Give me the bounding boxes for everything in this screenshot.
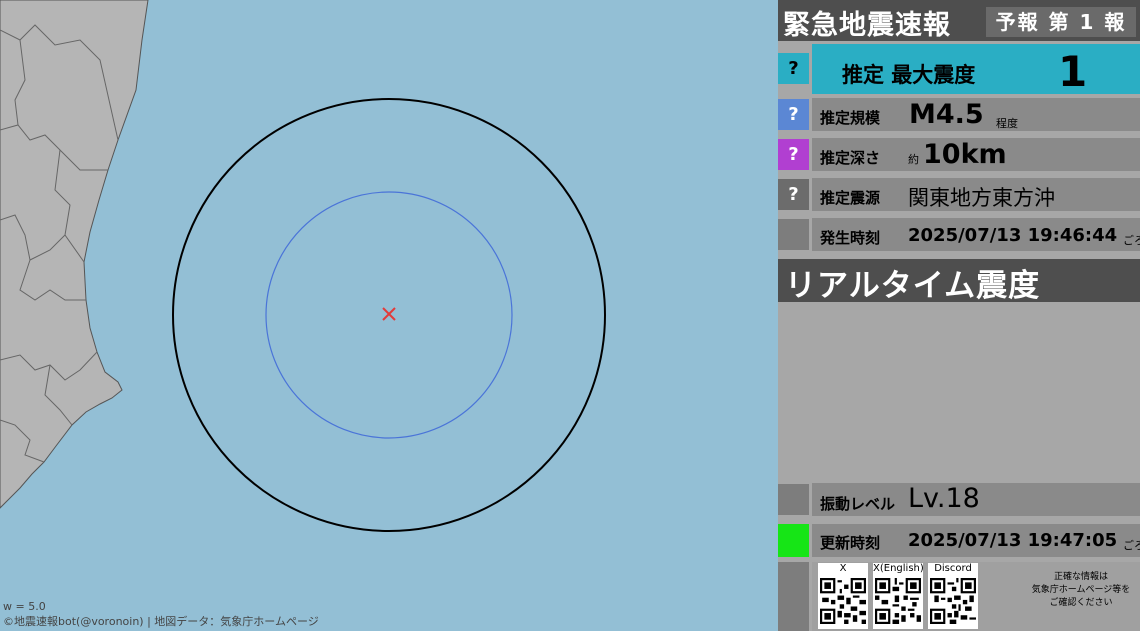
qr-code-discord[interactable]: Discord <box>928 563 978 629</box>
update-time-label: 更新時刻 <box>820 534 881 552</box>
qr-code-x-english-icon <box>875 578 921 624</box>
magnitude-row: ? 推定規模 M4.5 程度 <box>778 98 1140 132</box>
depth-value: 10km <box>923 139 1007 170</box>
max-intensity-value: 1 <box>1058 47 1088 96</box>
qr-row-badge <box>778 562 809 631</box>
accuracy-note-line1: 正確な情報は <box>1053 572 1108 582</box>
shake-level-row: 振動レベル Lv.18 <box>778 483 1140 517</box>
intensity-accuracy-badge: ? <box>778 53 809 84</box>
depth-label: 推定深さ <box>820 149 881 167</box>
map-credit: ©地震速報bot(@voronoin) | 地図データ：気象庁ホームページ <box>3 615 319 628</box>
accuracy-note-line2: 気象庁ホームページ等を <box>1031 585 1131 595</box>
origin-time-row: 発生時刻 2025/07/13 19:46:44 ごろ <box>778 218 1140 252</box>
qr-code-x-icon <box>820 578 866 624</box>
update-time-value: 2025/07/13 19:47:05 <box>908 530 1118 551</box>
qr-code-row: X X(English) Discord 正確な情報は 気象庁ホームページ等を … <box>778 562 1140 631</box>
magnitude-value: M4.5 <box>909 99 984 130</box>
origin-time-value: 2025/07/13 19:46:44 <box>908 225 1118 246</box>
magnitude-label: 推定規模 <box>820 109 881 127</box>
max-intensity-label: 推定 最大震度 <box>842 63 976 87</box>
epicenter-label: 推定震源 <box>820 189 881 207</box>
qr-code-x-english[interactable]: X(English) <box>873 563 924 629</box>
eew-header: 緊急地震速報 予報 第 1 報 <box>778 0 1140 41</box>
update-time-row: 更新時刻 2025/07/13 19:47:05 ごろ <box>778 521 1140 559</box>
shake-level-value: Lv.18 <box>908 483 980 514</box>
depth-accuracy-badge: ? <box>778 139 809 170</box>
update-time-suffix: ごろ <box>1123 539 1140 552</box>
realtime-intensity-header: リアルタイム震度 <box>778 259 1140 304</box>
magnitude-accuracy-badge: ? <box>778 99 809 130</box>
depth-row: ? 推定深さ 約 10km <box>778 138 1140 172</box>
epicenter-accuracy-badge: ? <box>778 179 809 210</box>
qr-code-x-english-label: X(English) <box>873 563 924 574</box>
magnitude-unit: 程度 <box>996 117 1018 130</box>
max-intensity-row: ? 推定 最大震度 1 <box>778 44 1140 96</box>
shake-level-badge <box>778 484 809 515</box>
qr-code-discord-icon <box>930 578 976 624</box>
eew-title: 緊急地震速報 <box>783 10 951 41</box>
w-value-label: w = 5.0 <box>3 600 46 613</box>
map-canvas <box>0 0 606 532</box>
origin-time-badge <box>778 219 809 250</box>
qr-code-x-label: X <box>839 563 847 574</box>
origin-time-label: 発生時刻 <box>820 229 881 247</box>
report-number: 予報 第 1 報 <box>986 7 1136 37</box>
epicenter-value: 関東地方東方沖 <box>908 186 1055 210</box>
epicenter-row: ? 推定震源 関東地方東方沖 <box>778 178 1140 212</box>
shake-level-label: 振動レベル <box>820 495 896 513</box>
accuracy-note: 正確な情報は 気象庁ホームページ等を ご確認ください <box>1024 571 1138 610</box>
qr-code-x[interactable]: X <box>818 563 868 629</box>
epicenter-marker[interactable] <box>382 307 396 321</box>
update-status-indicator <box>778 524 809 557</box>
accuracy-note-line3: ご確認ください <box>1049 598 1113 608</box>
realtime-intensity-title: リアルタイム震度 <box>785 268 1041 304</box>
map-view[interactable]: w = 5.0 ©地震速報bot(@voronoin) | 地図データ：気象庁ホ… <box>0 0 778 631</box>
depth-prefix: 約 <box>908 153 919 166</box>
info-panel: 緊急地震速報 予報 第 1 報 ? 推定 最大震度 1 ? 推定規模 M4.5 … <box>778 0 1140 631</box>
qr-code-discord-label: Discord <box>934 563 972 574</box>
report-number-box: 予報 第 1 報 <box>986 7 1136 37</box>
origin-time-suffix: ごろ <box>1123 234 1140 247</box>
